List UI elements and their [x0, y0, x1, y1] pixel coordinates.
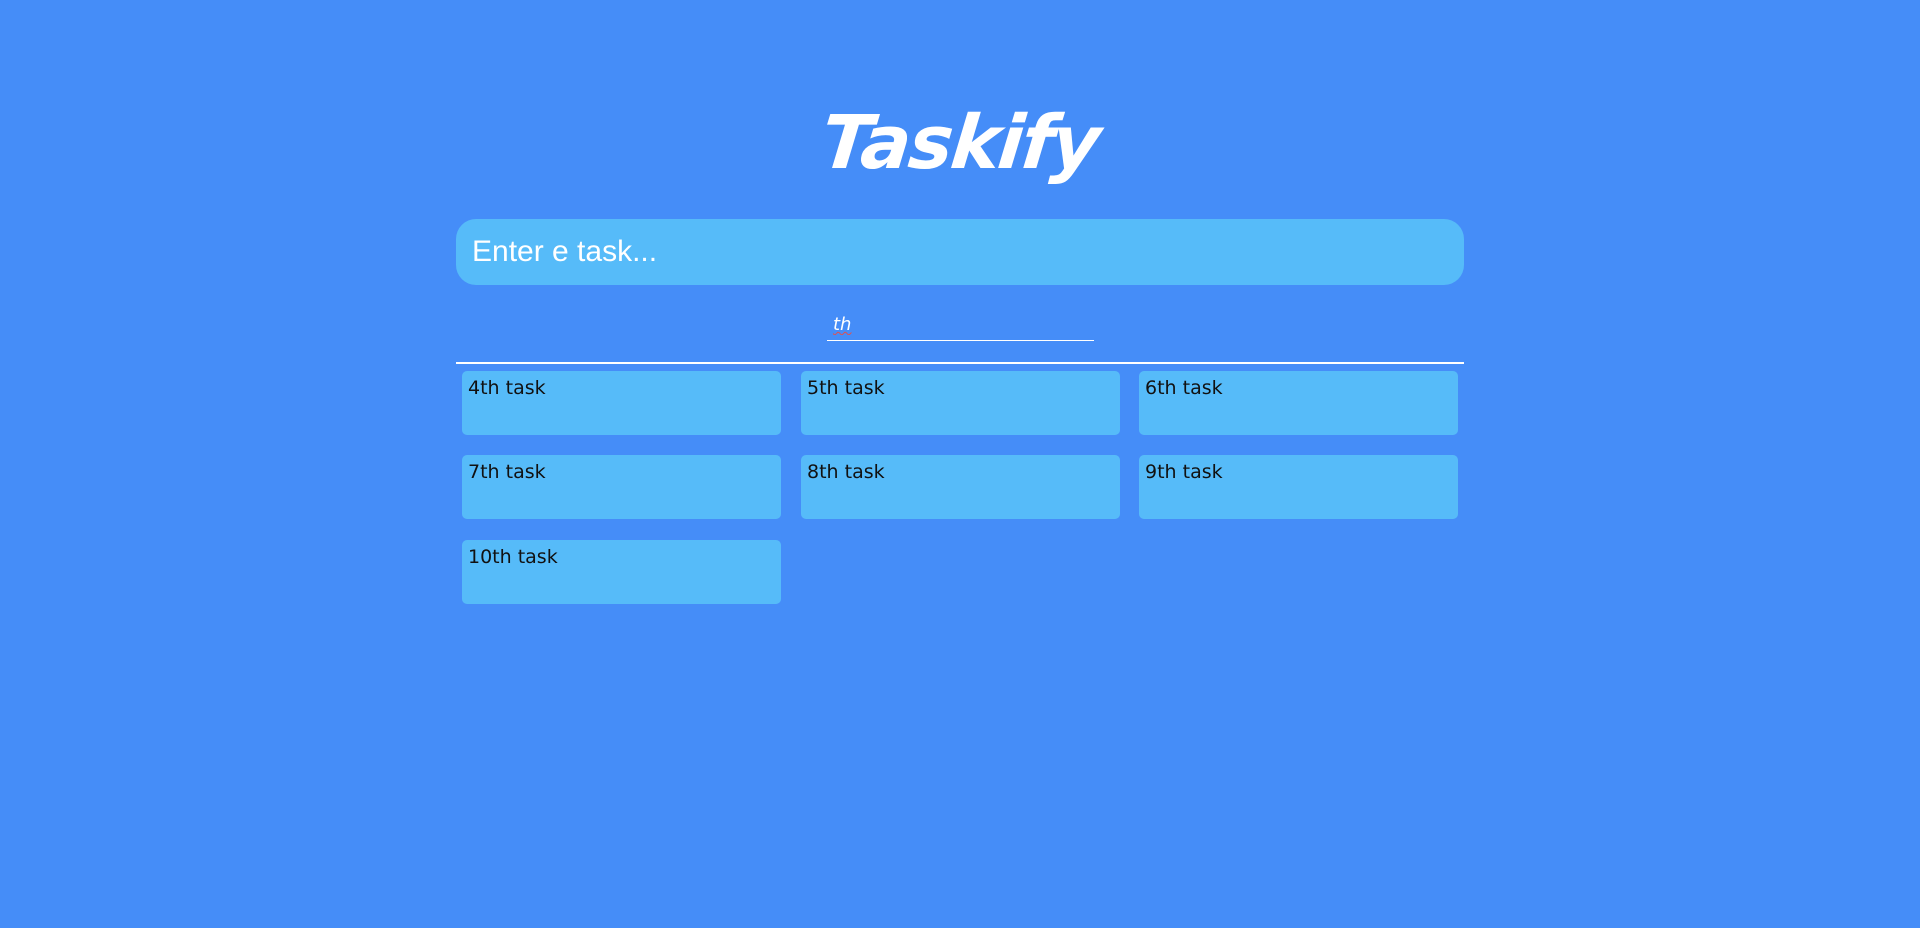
divider [456, 362, 1464, 364]
task-card[interactable]: 8th task [801, 455, 1120, 519]
task-card[interactable]: 6th task [1139, 371, 1458, 435]
taskify-app: Taskify 4th task 5th task 6th task 7th t… [0, 0, 1920, 928]
task-card[interactable]: 7th task [462, 455, 781, 519]
task-card[interactable]: 5th task [801, 371, 1120, 435]
task-card[interactable]: 4th task [462, 371, 781, 435]
task-card[interactable]: 9th task [1139, 455, 1458, 519]
new-task-input[interactable] [456, 219, 1464, 285]
filter-input[interactable] [827, 309, 1094, 341]
app-title: Taskify [817, 100, 1103, 186]
task-card[interactable]: 10th task [462, 540, 781, 604]
